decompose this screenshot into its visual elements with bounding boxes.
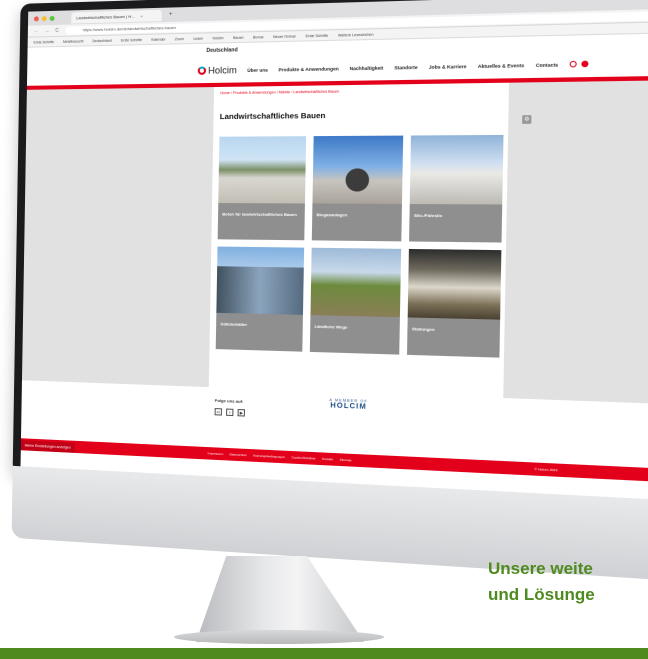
card-label: Beton für landwirtschaftliches Bauen bbox=[222, 211, 297, 218]
card-image bbox=[312, 135, 404, 204]
holcim-logo-icon bbox=[197, 66, 207, 75]
facebook-icon[interactable]: f bbox=[226, 408, 234, 417]
search-icon[interactable] bbox=[569, 60, 578, 68]
promo-line-2: und Lösunge bbox=[488, 585, 595, 604]
monitor-bezel: Landwirtschaftliches Bauen | H… × + ← → … bbox=[12, 0, 648, 516]
promo-text: Unsere weite und Lösunge bbox=[488, 556, 595, 608]
card-label: Güllebehälter bbox=[220, 321, 248, 328]
settings-icon[interactable]: ⚙ bbox=[522, 115, 532, 124]
copyright: © Holcim 2023 bbox=[534, 466, 558, 473]
card-image bbox=[218, 136, 307, 204]
monitor-screen: Landwirtschaftliches Bauen | H… × + ← → … bbox=[20, 0, 648, 506]
browser-tab[interactable]: Landwirtschaftliches Bauen | H… × bbox=[71, 9, 162, 24]
tab-close-icon[interactable]: × bbox=[140, 13, 142, 18]
bookmark-item[interactable]: Zoom bbox=[175, 36, 184, 40]
card-image bbox=[216, 246, 305, 315]
promo-line-1: Unsere weite bbox=[488, 559, 593, 578]
follow-label: Folge uns auf: bbox=[214, 397, 244, 405]
card-wege[interactable]: Ländliche Wege bbox=[309, 247, 402, 355]
main-menu: Über uns Produkte & Anwendungen Nachhaltig… bbox=[247, 62, 558, 73]
page-title: Landwirtschaftliches Bauen bbox=[219, 110, 326, 122]
footer-link[interactable]: Kontakt bbox=[322, 457, 333, 462]
new-tab-icon[interactable]: + bbox=[169, 12, 173, 18]
social-links: in f ▶ bbox=[214, 408, 246, 417]
footer-link[interactable]: Nutzungsbedingungen bbox=[253, 453, 285, 459]
card-grid: Beton für landwirtschaftliches Bauen Bio… bbox=[215, 134, 504, 358]
tab-title: Landwirtschaftliches Bauen | H… bbox=[76, 13, 136, 20]
bookmark-item[interactable]: Kalender bbox=[151, 37, 165, 41]
bookmark-item[interactable]: Meistbesucht bbox=[63, 39, 83, 44]
member-name: HOLCIM bbox=[330, 402, 367, 412]
menu-item[interactable]: Über uns bbox=[247, 67, 268, 73]
menu-item[interactable]: Nachhaltigkeit bbox=[350, 65, 384, 71]
cookie-settings-button[interactable]: Meine Einstellungen anzeigen bbox=[20, 440, 75, 453]
bookmark-item[interactable]: Lesen bbox=[193, 36, 203, 40]
youtube-icon[interactable]: ▶ bbox=[237, 408, 246, 417]
holcim-logo[interactable]: Holcim bbox=[197, 64, 237, 76]
stage: Landwirtschaftliches Bauen | H… × + ← → … bbox=[0, 0, 648, 659]
footer-link[interactable]: Sitemap bbox=[339, 458, 351, 463]
bookmark-item[interactable]: Erste Schritte bbox=[34, 40, 55, 45]
bookmark-item[interactable]: Bauen bbox=[233, 35, 244, 39]
forward-icon[interactable]: → bbox=[44, 28, 49, 34]
close-window-button[interactable] bbox=[33, 15, 39, 21]
card-image bbox=[310, 247, 402, 318]
bookmark-item[interactable]: Erste Schritte bbox=[121, 37, 142, 42]
minimize-window-button[interactable] bbox=[41, 15, 47, 21]
footer-link[interactable]: Impressum bbox=[208, 451, 224, 456]
card-biogas[interactable]: Biogasanlagen bbox=[311, 135, 404, 242]
back-icon[interactable]: ← bbox=[34, 28, 39, 34]
bookmark-item[interactable]: Holcim bbox=[212, 36, 223, 40]
footer-link[interactable]: Datenschutz bbox=[229, 452, 247, 457]
imac-monitor: Landwirtschaftliches Bauen | H… × + ← → … bbox=[11, 0, 648, 595]
header-icons bbox=[569, 60, 589, 68]
card-image bbox=[407, 248, 502, 320]
card-silo[interactable]: Silo-/Fahrsilo bbox=[409, 134, 504, 243]
reload-icon[interactable]: C bbox=[55, 27, 59, 33]
bookmark-item[interactable]: Deutschland bbox=[92, 38, 112, 43]
bookmark-item[interactable]: Erste Schritte bbox=[306, 33, 329, 38]
card-label: Silo-/Fahrsilo bbox=[413, 212, 443, 219]
menu-item[interactable]: Contacts bbox=[536, 62, 558, 68]
card-image bbox=[409, 134, 504, 205]
card-label: Stallungen bbox=[411, 326, 435, 333]
card-label: Ländliche Wege bbox=[314, 323, 348, 330]
content-column: Home / Produkte & Anwendungen / Märkte /… bbox=[208, 82, 510, 398]
menu-item[interactable]: Aktuelles & Events bbox=[478, 62, 524, 68]
green-band bbox=[0, 648, 648, 659]
bookmark-item[interactable]: Weitere Lesezeichen bbox=[338, 32, 374, 37]
bookmark-item[interactable]: Bonus bbox=[253, 35, 264, 39]
card-stallungen[interactable]: Stallungen bbox=[407, 248, 502, 358]
logo-text: Holcim bbox=[208, 64, 237, 76]
footer-links: Impressum Datenschutz Nutzungsbedingungen C… bbox=[208, 451, 352, 462]
card-label: Biogasanlagen bbox=[316, 211, 348, 218]
linkedin-icon[interactable]: in bbox=[214, 408, 222, 416]
menu-item[interactable]: Jobs & Karriere bbox=[429, 63, 467, 69]
user-icon[interactable] bbox=[581, 60, 589, 68]
page-body: Home / Produkte & Anwendungen / Märkte /… bbox=[21, 78, 648, 409]
monitor-stand-foot bbox=[174, 630, 384, 644]
card-guelle[interactable]: Güllebehälter bbox=[215, 246, 305, 352]
menu-item[interactable]: Standorte bbox=[394, 64, 417, 70]
footer-link[interactable]: Cookie-Richtlinie bbox=[291, 455, 315, 460]
menu-item[interactable]: Produkte & Anwendungen bbox=[278, 66, 338, 72]
member-of-holcim[interactable]: A MEMBER OF HOLCIM bbox=[329, 398, 368, 411]
maximize-window-button[interactable] bbox=[49, 15, 55, 21]
bookmark-item[interactable]: Neuer Ordner bbox=[273, 34, 296, 39]
country-selector[interactable]: Deutschland bbox=[206, 47, 237, 54]
card-beton[interactable]: Beton für landwirtschaftliches Bauen bbox=[217, 136, 307, 241]
